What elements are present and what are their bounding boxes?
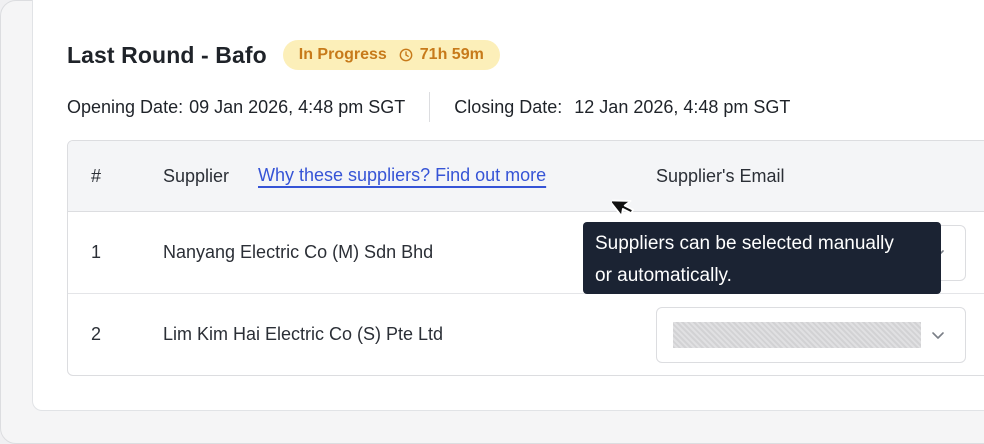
round-card: Last Round - Bafo In Progress 71h 59m Op…	[32, 0, 984, 411]
closing-date-value: 12 Jan 2026, 4:48 pm SGT	[574, 96, 791, 117]
column-header-index: #	[91, 166, 102, 186]
suppliers-tooltip: Suppliers can be selected manually or au…	[583, 222, 941, 294]
row-index: 2	[91, 324, 102, 344]
chevron-down-icon[interactable]	[931, 328, 945, 342]
mouse-cursor-icon	[612, 199, 634, 218]
closing-date-label: Closing Date:	[454, 96, 563, 117]
status-badge: In Progress 71h 59m	[282, 40, 500, 70]
column-header-supplier: Supplier	[163, 166, 230, 186]
supplier-name: Lim Kim Hai Electric Co (S) Pte Ltd	[163, 324, 444, 344]
redacted-email	[673, 322, 921, 348]
supplier-email-select[interactable]	[656, 307, 966, 363]
dates-divider	[429, 92, 431, 122]
round-title: Last Round - Bafo	[67, 41, 267, 68]
opening-date-label: Opening Date:	[67, 96, 184, 117]
tooltip-line-2: or automatically.	[595, 265, 732, 286]
clock-icon	[399, 48, 413, 62]
round-header: Last Round - Bafo In Progress 71h 59m	[67, 40, 500, 70]
column-header-email: Supplier's Email	[656, 166, 785, 186]
why-these-suppliers-link[interactable]: Why these suppliers? Find out more	[258, 165, 546, 186]
table-header: # Supplier Why these suppliers? Find out…	[68, 141, 984, 212]
table-row: 2 Lim Kim Hai Electric Co (S) Pte Ltd	[68, 294, 984, 375]
row-index: 1	[91, 242, 102, 262]
round-dates: Opening Date: 09 Jan 2026, 4:48 pm SGT C…	[67, 92, 790, 122]
opening-date-value: 09 Jan 2026, 4:48 pm SGT	[189, 96, 406, 117]
status-label: In Progress	[298, 46, 387, 63]
tooltip-line-1: Suppliers can be selected manually	[595, 233, 894, 254]
supplier-name: Nanyang Electric Co (M) Sdn Bhd	[163, 242, 434, 262]
time-remaining: 71h 59m	[419, 46, 484, 63]
